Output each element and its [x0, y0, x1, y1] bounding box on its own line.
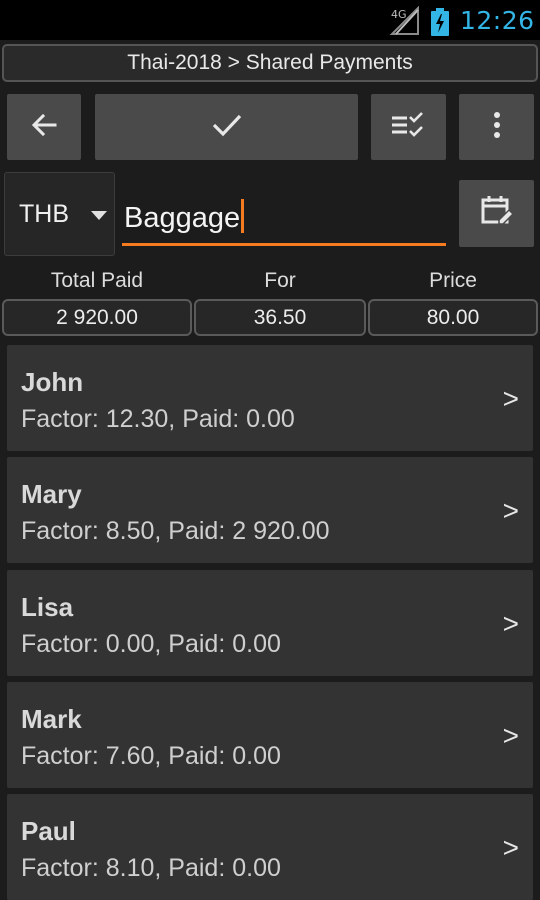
calendar-edit-icon — [479, 193, 515, 234]
for-value: 36.50 — [194, 299, 366, 336]
status-clock: 12:26 — [460, 6, 535, 35]
person-detail: Factor: 7.60, Paid: 0.00 — [21, 742, 281, 770]
chevron-right-icon: > — [502, 832, 519, 863]
person-detail: Factor: 0.00, Paid: 0.00 — [21, 630, 281, 658]
person-name: Paul — [21, 816, 76, 846]
currency-value: THB — [19, 200, 69, 228]
list-item[interactable]: John Factor: 12.30, Paid: 0.00 > — [7, 345, 533, 451]
chevron-right-icon: > — [502, 608, 519, 639]
list-item[interactable]: Lisa Factor: 0.00, Paid: 0.00 > — [7, 570, 533, 676]
signal-icon: 4G — [388, 5, 422, 36]
currency-dropdown[interactable]: THB — [4, 172, 115, 256]
person-name: Mark — [21, 704, 82, 734]
chevron-right-icon: > — [502, 495, 519, 526]
person-name: Lisa — [21, 592, 74, 622]
text-cursor — [241, 199, 245, 233]
list-item[interactable]: Mary Factor: 8.50, Paid: 2 920.00 > — [7, 457, 533, 563]
check-icon — [210, 110, 244, 145]
arrow-left-icon — [29, 110, 59, 145]
person-name: John — [21, 367, 84, 397]
status-bar: 4G 12:26 — [0, 0, 540, 40]
payment-name-text: Baggage — [124, 202, 241, 234]
confirm-button[interactable] — [95, 94, 358, 160]
list-item[interactable]: Mark Factor: 7.60, Paid: 0.00 > — [7, 682, 533, 788]
more-button[interactable] — [459, 94, 534, 160]
network-type-label: 4G — [391, 8, 407, 21]
person-detail: Factor: 8.50, Paid: 2 920.00 — [21, 517, 330, 545]
list-item[interactable]: Paul Factor: 8.10, Paid: 0.00 > — [7, 794, 533, 900]
price-label: Price — [429, 269, 477, 292]
battery-charging-icon — [430, 8, 450, 36]
breadcrumb[interactable]: Thai-2018 > Shared Payments — [2, 44, 538, 82]
chevron-right-icon: > — [502, 383, 519, 414]
chevron-right-icon: > — [502, 720, 519, 751]
price-value: 80.00 — [368, 299, 538, 336]
person-detail: Factor: 8.10, Paid: 0.00 — [21, 854, 281, 882]
date-button[interactable] — [459, 180, 534, 247]
person-name: Mary — [21, 479, 82, 509]
person-detail: Factor: 12.30, Paid: 0.00 — [21, 405, 295, 433]
chevron-down-icon — [91, 211, 107, 220]
checklist-icon — [389, 110, 429, 145]
total-paid-value: 2 920.00 — [2, 299, 192, 336]
total-paid-label: Total Paid — [50, 269, 144, 292]
more-vertical-icon — [492, 110, 502, 145]
for-label: For — [264, 269, 296, 292]
payment-name-input[interactable]: Baggage — [122, 190, 446, 246]
payment-name-value: Baggage — [124, 199, 245, 235]
back-button[interactable] — [7, 94, 81, 160]
checklist-button[interactable] — [371, 94, 446, 160]
